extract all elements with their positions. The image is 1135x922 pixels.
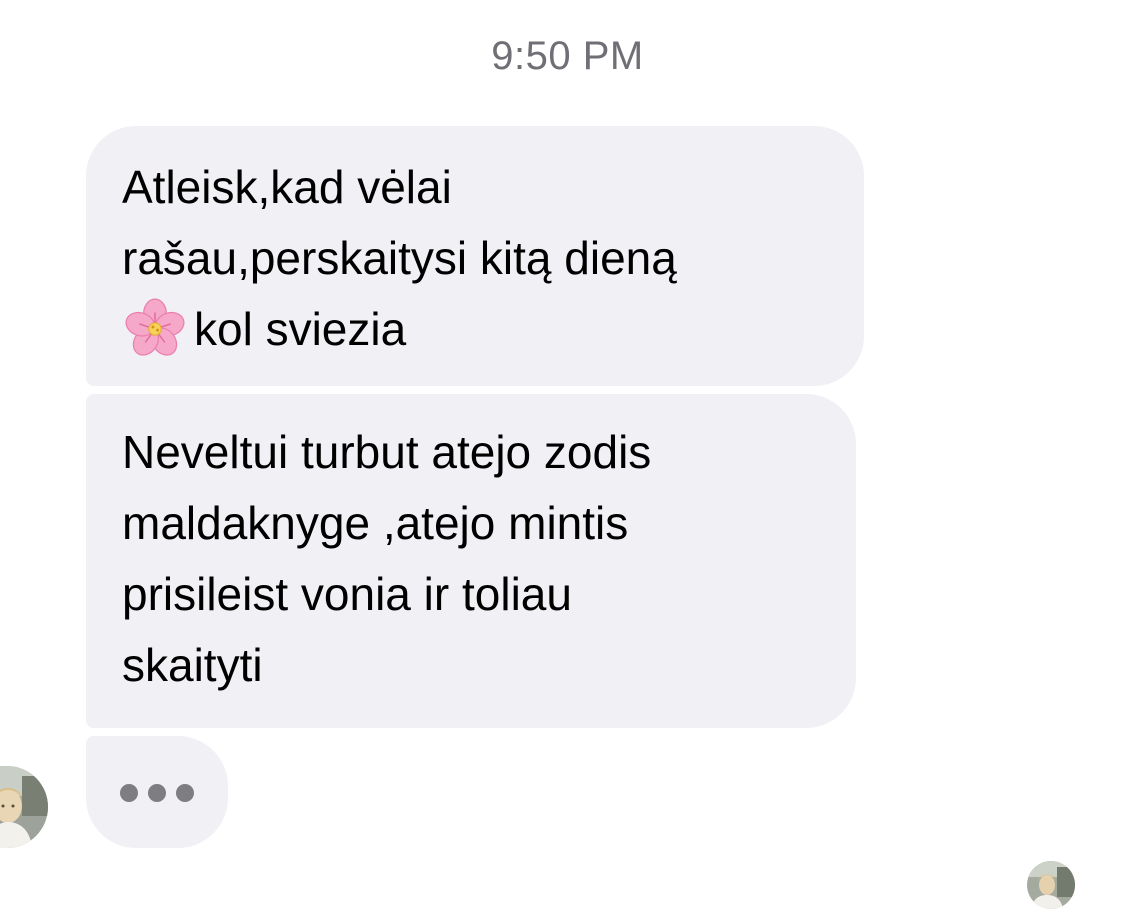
message-line: Neveltui turbut atejo zodis	[122, 426, 652, 478]
avatar-photo	[0, 766, 48, 848]
cherry-blossom-icon	[125, 298, 185, 356]
message-line: kol sviezia	[122, 294, 828, 365]
ellipsis-icon	[176, 784, 194, 802]
read-receipt-avatar[interactable]	[1027, 861, 1075, 909]
message-timestamp: 9:50 PM	[491, 34, 644, 78]
ellipsis-icon	[120, 784, 138, 802]
sender-avatar[interactable]	[0, 766, 48, 848]
message-bubble[interactable]: Atleisk,kad vėlai rašau,perskaitysi kitą…	[86, 126, 864, 386]
message-line: skaityti	[122, 639, 263, 691]
message-line: maldaknyge ,atejo mintis	[122, 497, 629, 549]
message-line: prisileist vonia ir toliau	[122, 568, 572, 620]
message-text: kol sviezia	[194, 303, 407, 355]
avatar-photo	[1027, 861, 1075, 909]
message-line: Atleisk,kad vėlai	[122, 161, 452, 213]
message-bubble[interactable]: Neveltui turbut atejo zodis maldaknyge ,…	[86, 394, 856, 728]
ellipsis-icon	[148, 784, 166, 802]
message-line: rašau,perskaitysi kitą dieną	[122, 232, 677, 284]
typing-indicator	[86, 736, 228, 848]
